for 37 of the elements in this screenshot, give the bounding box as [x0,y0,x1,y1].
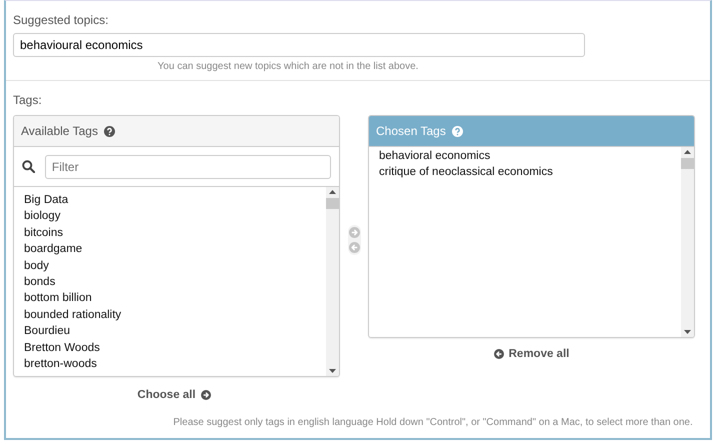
choose-all-link[interactable]: Choose all [137,389,211,401]
search-icon [22,160,35,173]
tag-option[interactable]: biology [24,208,316,225]
remove-all-link[interactable]: Remove all [494,348,570,360]
filter-input[interactable]: Filter [44,154,331,178]
tag-option[interactable]: Bourdieu [24,323,316,340]
left-arrow-icon [494,349,504,359]
scrollbar[interactable] [681,147,694,337]
tag-option[interactable]: Big Data [24,192,316,208]
left-arrow-icon [348,242,360,253]
right-arrow-icon [348,227,360,238]
tag-option[interactable]: body [24,258,316,274]
tag-option[interactable]: bonds [24,274,316,290]
right-arrow-icon [200,390,211,400]
field-label: Tags: [13,93,43,107]
tag-option[interactable]: bottom billion [24,290,316,307]
scroll-down-icon[interactable] [684,330,691,334]
scroll-thumb[interactable] [681,158,694,169]
help-text: Please suggest only tags in english language Hold down "Control", or "Command" on a Mac, to select more than one. [173,417,693,428]
tag-option[interactable]: boardgame [24,241,316,258]
field-label: Suggested topics: [13,13,110,27]
tag-option[interactable]: critique of neoclassical economics [379,164,671,181]
scroll-down-icon[interactable] [329,369,336,373]
help-text: You can suggest new topics which are not in the list above. [158,61,418,72]
panel-title: Available Tags [21,124,98,138]
scroll-thumb[interactable] [326,198,339,209]
tag-option[interactable]: bitcoins [24,224,316,242]
help-icon[interactable] [104,126,115,136]
scrollbar[interactable] [326,187,339,376]
tag-option[interactable]: Bretton Woods [24,340,316,356]
tag-option[interactable]: behavioral economics [379,148,671,164]
panel-title: Chosen Tags [376,124,446,138]
scroll-up-icon[interactable] [684,150,691,154]
scroll-up-icon[interactable] [329,190,336,194]
tag-option[interactable]: bounded rationality [24,306,316,324]
topics-input[interactable]: behavioural economics [13,33,585,57]
tag-option[interactable]: bretton-woods [24,356,316,372]
